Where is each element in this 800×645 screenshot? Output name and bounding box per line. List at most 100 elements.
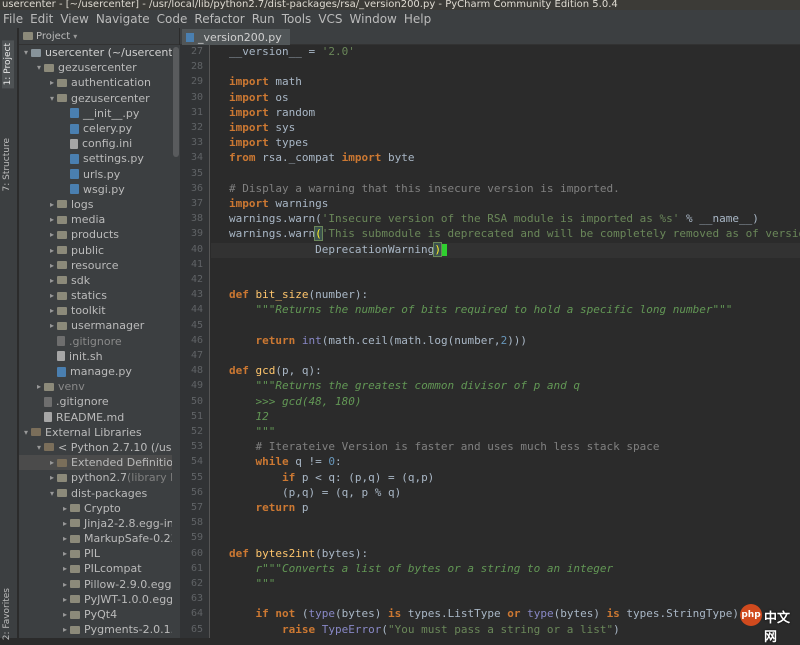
tree-item[interactable]: ▸ products (19, 227, 172, 242)
menu-navigate[interactable]: Navigate (96, 12, 150, 26)
tree-item[interactable]: wsgi.py (19, 182, 172, 197)
expand-right-icon[interactable]: ▸ (47, 306, 57, 315)
expand-right-icon[interactable]: ▸ (47, 78, 57, 87)
tree-item[interactable]: ▸ statics (19, 288, 172, 303)
project-tree[interactable]: ▾ usercenter (~/usercenter ▾ gezusercenter ▸… (19, 45, 172, 638)
line-number: 55 (190, 471, 203, 483)
tree-item[interactable]: ▸ usermanager (19, 318, 172, 333)
expand-right-icon[interactable]: ▸ (60, 564, 70, 573)
expand-right-icon[interactable]: ▸ (60, 549, 70, 558)
tree-item[interactable]: ▸ logs (19, 197, 172, 212)
tree-item[interactable]: README.md (19, 410, 172, 425)
project-tree-scroll-thumb[interactable] (173, 47, 179, 157)
tree-item[interactable]: ▸ PyQt4 (19, 607, 172, 622)
project-view-selector[interactable]: Project (36, 31, 70, 42)
tree-item[interactable]: ▸ toolkit (19, 303, 172, 318)
code-line: import sys (229, 121, 295, 134)
expand-right-icon[interactable]: ▸ (47, 230, 57, 239)
project-panel-header[interactable]: Project ▾ (19, 28, 179, 45)
tree-item[interactable]: ▾ gezusercenter (19, 91, 172, 106)
tree-item[interactable]: ▸ MarkupSafe-0.23.e (19, 531, 172, 546)
expand-right-icon[interactable]: ▸ (47, 321, 57, 330)
line-number-gutter[interactable]: 27 28 29 30 31 32 33 34 35 36 37 38 39 40 41 42 43 44 45 46… (180, 45, 210, 638)
expand-right-icon[interactable]: ▸ (47, 200, 57, 209)
tree-item[interactable]: ▸ Jinja2-2.8.egg-info (19, 516, 172, 531)
expand-down-icon[interactable]: ▾ (34, 63, 44, 72)
expand-right-icon[interactable]: ▸ (60, 595, 70, 604)
tree-item[interactable]: __init__.py (19, 106, 172, 121)
tree-item[interactable]: .gitignore (19, 334, 172, 349)
tree-item[interactable]: ▾ usercenter (~/usercenter (19, 45, 172, 60)
tree-item[interactable]: .gitignore (19, 394, 172, 409)
tree-item[interactable]: ▸ Extended Definitions (19, 455, 172, 471)
tree-item[interactable]: ▸ sdk (19, 273, 172, 288)
expand-down-icon[interactable]: ▾ (21, 48, 31, 57)
menu-file[interactable]: File (3, 12, 23, 26)
tree-item[interactable]: init.sh (19, 349, 172, 364)
expand-down-icon[interactable]: ▾ (34, 443, 44, 452)
expand-right-icon[interactable]: ▸ (60, 519, 70, 528)
expand-right-icon[interactable]: ▸ (60, 580, 70, 589)
menu-refactor[interactable]: Refactor (194, 12, 244, 26)
expand-right-icon[interactable]: ▸ (47, 276, 57, 285)
tree-item[interactable]: ▸ resource (19, 258, 172, 273)
tree-item-label: .gitignore (56, 395, 109, 409)
expand-right-icon[interactable]: ▸ (60, 534, 70, 543)
window-title: usercenter - [~/usercenter] - /usr/local… (0, 0, 800, 10)
menu-tools[interactable]: Tools (282, 12, 312, 26)
menu-run[interactable]: Run (252, 12, 275, 26)
tree-item[interactable]: ▸ Crypto (19, 501, 172, 516)
structure-tool-tab[interactable]: 7: Structure (2, 138, 12, 192)
tree-item-label: usermanager (71, 319, 145, 333)
editor-tab-version200[interactable]: _version200.py (182, 29, 290, 45)
project-tool-tab[interactable]: 1: Project (2, 40, 14, 89)
tree-item[interactable]: ▾ External Libraries (19, 425, 172, 440)
expand-down-icon[interactable]: ▾ (47, 94, 57, 103)
code-line: """ (229, 577, 275, 590)
menu-view[interactable]: View (60, 12, 88, 26)
tree-item[interactable]: ▾ gezusercenter (19, 60, 172, 75)
tree-item[interactable]: config.ini (19, 136, 172, 151)
expand-right-icon[interactable]: ▸ (47, 215, 57, 224)
tree-item[interactable]: ▸ authentication (19, 75, 172, 90)
expand-right-icon[interactable]: ▸ (47, 473, 57, 482)
expand-right-icon[interactable]: ▸ (47, 246, 57, 255)
menu-code[interactable]: Code (157, 12, 188, 26)
tree-item-label: public (71, 243, 105, 257)
expand-right-icon[interactable]: ▸ (47, 261, 57, 270)
tree-item[interactable]: ▸ PyJWT-1.0.0.egg-in (19, 592, 172, 607)
tree-item[interactable]: urls.py (19, 167, 172, 182)
menu-help[interactable]: Help (404, 12, 431, 26)
expand-right-icon[interactable]: ▸ (47, 458, 57, 467)
expand-right-icon[interactable]: ▸ (34, 382, 44, 391)
expand-right-icon[interactable]: ▸ (60, 610, 70, 619)
tree-item[interactable]: ▸ PILcompat (19, 561, 172, 576)
code-line: import random (229, 106, 315, 119)
tree-item[interactable]: ▾ < Python 2.7.10 (/usr/bi (19, 440, 172, 455)
line-number: 28 (190, 61, 203, 73)
tree-item[interactable]: ▾ dist-packages (19, 485, 172, 500)
code-editor[interactable]: __version__ = '2.0' import math import os i… (211, 45, 800, 638)
tree-item[interactable]: settings.py (19, 151, 172, 166)
menu-edit[interactable]: Edit (30, 12, 53, 26)
expand-down-icon[interactable]: ▾ (47, 489, 57, 498)
expand-right-icon[interactable]: ▸ (60, 625, 70, 634)
expand-right-icon[interactable]: ▸ (60, 504, 70, 513)
favorites-tool-tab[interactable]: 2: Favorites (2, 588, 12, 640)
code-token: TypeError (321, 622, 382, 636)
menu-vcs[interactable]: VCS (318, 12, 342, 26)
tree-item[interactable]: ▸ media (19, 212, 172, 227)
chevron-down-icon[interactable]: ▾ (73, 32, 77, 41)
expand-down-icon[interactable]: ▾ (21, 428, 31, 437)
tree-item[interactable]: celery.py (19, 121, 172, 136)
expand-right-icon[interactable]: ▸ (47, 291, 57, 300)
tree-item[interactable]: ▸ Pygments-2.0.1.eg (19, 622, 172, 637)
tree-item[interactable]: ▸ venv (19, 379, 172, 394)
tree-item[interactable]: ▸ Pillow-2.9.0.egg-in (19, 577, 172, 592)
tree-item[interactable]: ▸ PIL (19, 546, 172, 561)
menu-window[interactable]: Window (350, 12, 397, 26)
tree-item[interactable]: ▸ public (19, 242, 172, 257)
code-token: types.ListType (401, 607, 508, 621)
tree-item[interactable]: ▸ python2.7 (library ho (19, 470, 172, 485)
tree-item[interactable]: manage.py (19, 364, 172, 379)
